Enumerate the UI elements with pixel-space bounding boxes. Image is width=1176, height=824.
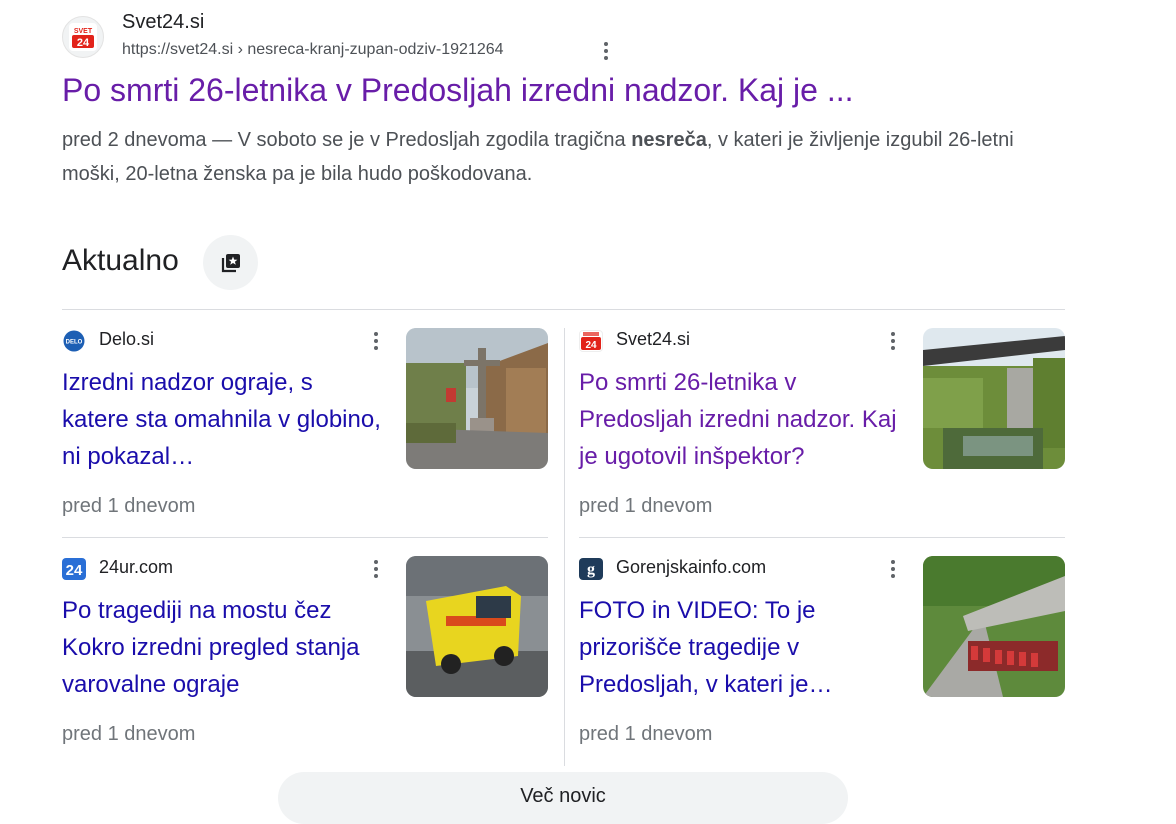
- card-title-link[interactable]: FOTO in VIDEO: To je prizorišče tragedij…: [579, 592, 899, 703]
- card-title-link[interactable]: Po smrti 26-letnika v Predosljah izredni…: [579, 364, 899, 475]
- card-thumbnail-image[interactable]: [406, 328, 548, 469]
- svet24-logo-icon: SVET 24: [69, 23, 97, 51]
- gorenjskainfo-logo-icon: g: [579, 558, 603, 580]
- card-thumbnail-image[interactable]: [406, 556, 548, 697]
- card-kebab-menu-icon[interactable]: [883, 556, 903, 582]
- card-thumbnail-image[interactable]: [923, 328, 1065, 469]
- snippet-text-before: pred 2 dnevoma — V soboto se je v Predos…: [62, 129, 632, 151]
- svg-text:g: g: [587, 561, 595, 578]
- card-source-name: 24ur.com: [99, 557, 174, 577]
- section-divider: [62, 309, 1065, 310]
- card-time: pred 1 dnevom: [579, 723, 713, 745]
- card-title-link[interactable]: Izredni nadzor ograje, s katere sta omah…: [62, 364, 382, 475]
- star-bookmark-icon: [221, 253, 240, 272]
- card-time: pred 1 dnevom: [62, 723, 196, 745]
- svg-text:DELO: DELO: [66, 340, 83, 346]
- result-title-link[interactable]: Po smrti 26-letnika v Predosljah izredni…: [62, 72, 853, 109]
- card-time: pred 1 dnevom: [579, 495, 713, 517]
- 24ur-logo-icon: 24: [62, 558, 86, 580]
- news-card[interactable]: 24 24ur.com Po tragediji na mostu čez Ko…: [62, 556, 548, 756]
- card-source-name: Svet24.si: [616, 329, 691, 349]
- card-time: pred 1 dnevom: [62, 495, 196, 517]
- svg-text:24: 24: [585, 340, 597, 351]
- news-card[interactable]: DELO Delo.si Izredni nadzor ograje, s ka…: [62, 328, 548, 528]
- svet24-logo[interactable]: SVET 24: [62, 16, 104, 58]
- card-source-name: Gorenjskainfo.com: [616, 557, 767, 577]
- snippet-highlight: nesreča: [631, 129, 707, 151]
- row-divider-right: [579, 537, 1065, 538]
- card-title-link[interactable]: Po tragediji na mostu čez Kokro izredni …: [62, 592, 382, 703]
- result-site-name[interactable]: Svet24.si: [122, 11, 204, 34]
- more-news-button[interactable]: Več novic: [278, 772, 848, 824]
- column-divider: [564, 328, 565, 766]
- svg-text:24: 24: [77, 37, 90, 49]
- svg-text:SVET: SVET: [74, 28, 93, 35]
- result-kebab-menu-icon[interactable]: [596, 38, 616, 64]
- news-card[interactable]: 24 Svet24.si Po smrti 26-letnika v Predo…: [579, 328, 1065, 528]
- card-kebab-menu-icon[interactable]: [883, 328, 903, 354]
- delo-logo-icon: DELO: [62, 330, 86, 352]
- svg-text:24: 24: [66, 562, 83, 579]
- section-title: Aktualno: [62, 244, 179, 277]
- result-url[interactable]: https://svet24.si › nesreca-kranj-zupan-…: [122, 41, 504, 59]
- card-kebab-menu-icon[interactable]: [366, 328, 386, 354]
- row-divider-left: [62, 537, 548, 538]
- result-snippet: pred 2 dnevoma — V soboto se je v Predos…: [62, 123, 1072, 191]
- card-kebab-menu-icon[interactable]: [366, 556, 386, 582]
- card-thumbnail-image[interactable]: [923, 556, 1065, 697]
- card-source-name: Delo.si: [99, 329, 155, 349]
- news-card[interactable]: g Gorenjskainfo.com FOTO in VIDEO: To je…: [579, 556, 1065, 756]
- section-follow-button[interactable]: [203, 235, 258, 290]
- svet24-logo-icon: 24: [579, 330, 603, 352]
